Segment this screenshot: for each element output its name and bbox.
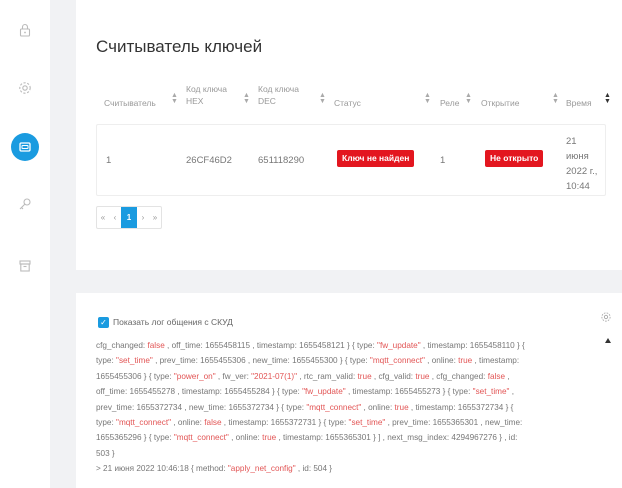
column-header-hex[interactable]: Код ключа HEX [186,83,240,107]
log-line: prev_time: 1655372734 , new_time: 165537… [96,402,514,412]
archive-icon [19,260,31,272]
page-prev-button[interactable]: ‹ [109,207,121,228]
gear-icon [19,82,31,94]
sidebar-item-reader[interactable] [11,133,39,161]
cell-hex: 26CF46D2 [186,155,232,166]
column-header-status[interactable]: Статус [334,97,361,109]
column-header-dec[interactable]: Код ключа DEC [258,83,312,107]
sidebar-item-keys[interactable] [11,190,39,218]
sort-icon[interactable]: ▲ ▼ [171,92,178,105]
column-header-time[interactable]: Время [566,97,592,109]
column-header-open[interactable]: Открытие [481,97,519,109]
log-line: > 21 июня 2022 10:46:18 { method: "apply… [96,464,333,474]
sort-icon[interactable]: ▲ ▼ [319,92,326,105]
cell-reader: 1 [106,155,112,166]
pagination: « ‹ 1 › » [96,206,162,229]
log-checkbox[interactable]: ✓ [98,317,109,328]
log-checkbox-label[interactable]: Показать лог общения с СКУД [113,317,233,327]
page-next-button[interactable]: › [137,207,149,228]
cell-time: 21 июня 2022 г., 10:44 [566,136,598,192]
sort-icon[interactable]: ▲ ▼ [552,92,559,105]
sidebar-item-lock[interactable] [11,16,39,44]
open-badge: Не открыто [485,150,544,167]
log-line: type: "mqtt_connect" , online: false , t… [96,418,523,428]
log-line: 503 } [96,448,115,458]
page-current[interactable]: 1 [121,207,137,228]
log-line: off_time: 1655455278 , timestamp: 165545… [96,387,514,397]
lock-icon [19,23,31,37]
sidebar-item-archive[interactable] [11,252,39,280]
column-header-reader[interactable]: Считыватель [104,97,156,109]
sidebar [0,0,50,488]
log-output: cfg_changed: false , off_time: 165545811… [96,338,601,477]
sort-icon[interactable]: ▲ ▼ [465,92,472,105]
page-title: Считыватель ключей [96,37,263,56]
key-icon [19,198,31,210]
sidebar-item-settings[interactable] [11,74,39,102]
column-header-relay[interactable]: Реле [440,97,459,109]
log-line: type: "set_time" , prev_time: 1655455306… [96,356,520,366]
log-line: 1655365296 } { type: "mqtt_connect" , on… [96,433,518,443]
scroll-up-arrow[interactable] [605,338,611,343]
page-first-button[interactable]: « [97,207,109,228]
page-last-button[interactable]: » [149,207,161,228]
gear-icon[interactable] [600,311,612,323]
card-reader-icon [19,142,31,152]
log-line: 1655455306 } { type: "power_on" , fw_ver… [96,371,510,381]
sort-icon[interactable]: ▲ ▼ [424,92,431,105]
cell-dec: 651118290 [258,155,305,166]
sort-icon-active[interactable]: ▲ ▼ [604,92,611,105]
sort-icon[interactable]: ▲ ▼ [243,92,250,105]
log-line: cfg_changed: false , off_time: 165545811… [96,341,525,350]
cell-relay: 1 [440,155,446,166]
status-badge: Ключ не найден [337,150,415,167]
